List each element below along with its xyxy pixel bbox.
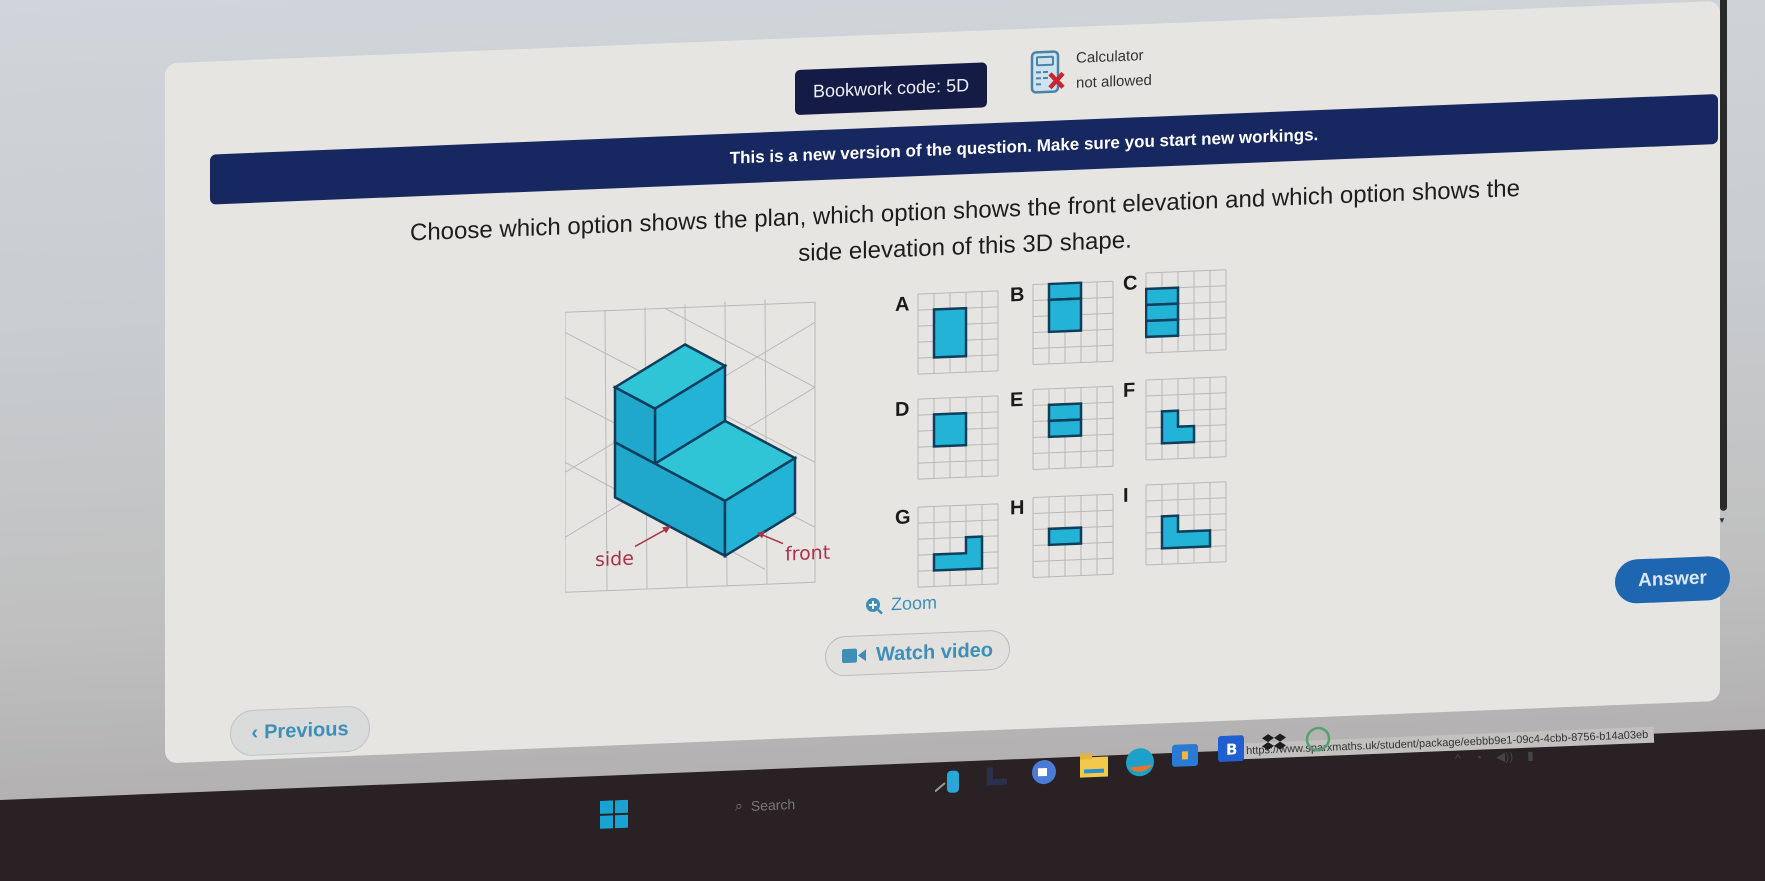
side-arrow bbox=[634, 527, 669, 548]
svg-text:B: B bbox=[1226, 740, 1237, 758]
dropbox-icon[interactable] bbox=[1262, 731, 1288, 754]
watch-video-button[interactable]: Watch video bbox=[825, 629, 1010, 677]
front-arrow bbox=[760, 533, 784, 545]
option-grid bbox=[1145, 376, 1227, 461]
zoom-button[interactable]: Zoom bbox=[865, 592, 937, 616]
widgets-icon[interactable] bbox=[935, 768, 965, 795]
page-scrollbar[interactable]: ▲ ▼ bbox=[1718, 0, 1728, 525]
option-shape bbox=[932, 535, 984, 572]
option-shape bbox=[1047, 418, 1083, 439]
option-grid bbox=[917, 290, 999, 375]
edge-icon[interactable] bbox=[1125, 747, 1155, 778]
option-shape bbox=[1160, 409, 1196, 445]
option-letter: F bbox=[1123, 379, 1136, 402]
meet-icon[interactable] bbox=[1030, 759, 1058, 788]
calculator-status-text: not allowed bbox=[1076, 71, 1152, 92]
file-explorer-icon[interactable] bbox=[1080, 752, 1110, 779]
calculator-status: Calculator not allowed bbox=[1030, 46, 1152, 95]
whatsapp-icon[interactable] bbox=[1305, 726, 1331, 753]
option-letter: G bbox=[895, 506, 911, 530]
option-letter: H bbox=[1010, 496, 1025, 520]
question-card: Bookwork code: 5D Calculator not allowed… bbox=[165, 0, 1730, 764]
option-shape bbox=[1047, 402, 1083, 423]
option-shape bbox=[1145, 318, 1180, 339]
tasks-icon[interactable] bbox=[985, 764, 1009, 789]
chevron-left-icon: ‹ bbox=[251, 721, 259, 744]
browser-viewport: 5A ✓ 5B ✓ Bookwork code: 5D Calculator n… bbox=[0, 0, 1765, 800]
option-letter: E bbox=[1010, 388, 1024, 412]
option-grid bbox=[1145, 269, 1227, 354]
option-shape bbox=[1160, 514, 1212, 550]
video-camera-icon bbox=[841, 648, 866, 664]
option-shape bbox=[1047, 297, 1083, 334]
answer-button[interactable]: Answer bbox=[1615, 555, 1730, 605]
side-label: side bbox=[595, 548, 634, 572]
option-grid bbox=[1032, 493, 1114, 579]
start-icon[interactable] bbox=[600, 799, 628, 829]
option-shape bbox=[932, 306, 968, 359]
option-letter: B bbox=[1010, 283, 1025, 307]
scroll-down-arrow-icon[interactable]: ▼ bbox=[1718, 516, 1726, 525]
option-letter: D bbox=[895, 398, 910, 422]
booking-icon[interactable]: B bbox=[1218, 735, 1244, 762]
bookwork-code-badge: Bookwork code: 5D bbox=[795, 62, 988, 116]
search-icon: ⌕ bbox=[735, 797, 743, 814]
option-grid bbox=[1032, 280, 1114, 366]
calculator-label: Calculator bbox=[1076, 47, 1144, 67]
option-letter: I bbox=[1123, 484, 1129, 507]
option-shape bbox=[1047, 526, 1083, 547]
option-shape bbox=[1047, 281, 1083, 302]
option-letter: C bbox=[1123, 272, 1138, 295]
store-icon[interactable] bbox=[1172, 741, 1198, 768]
option-grid bbox=[1145, 481, 1227, 566]
previous-button[interactable]: ‹ Previous bbox=[230, 705, 370, 757]
calculator-not-allowed-icon bbox=[1030, 49, 1065, 94]
scroll-thumb[interactable] bbox=[1720, 0, 1727, 511]
isometric-figure: side front bbox=[564, 274, 885, 597]
zoom-in-icon bbox=[866, 597, 883, 614]
option-shape bbox=[1145, 302, 1180, 323]
option-letter: A bbox=[895, 293, 910, 317]
option-grid bbox=[917, 395, 999, 480]
taskbar-search[interactable]: ⌕ Search bbox=[735, 795, 795, 814]
option-grid bbox=[917, 503, 999, 588]
option-shape bbox=[1145, 286, 1180, 307]
option-grid bbox=[1032, 385, 1114, 471]
front-label: front bbox=[785, 542, 830, 566]
option-shape bbox=[932, 411, 968, 448]
